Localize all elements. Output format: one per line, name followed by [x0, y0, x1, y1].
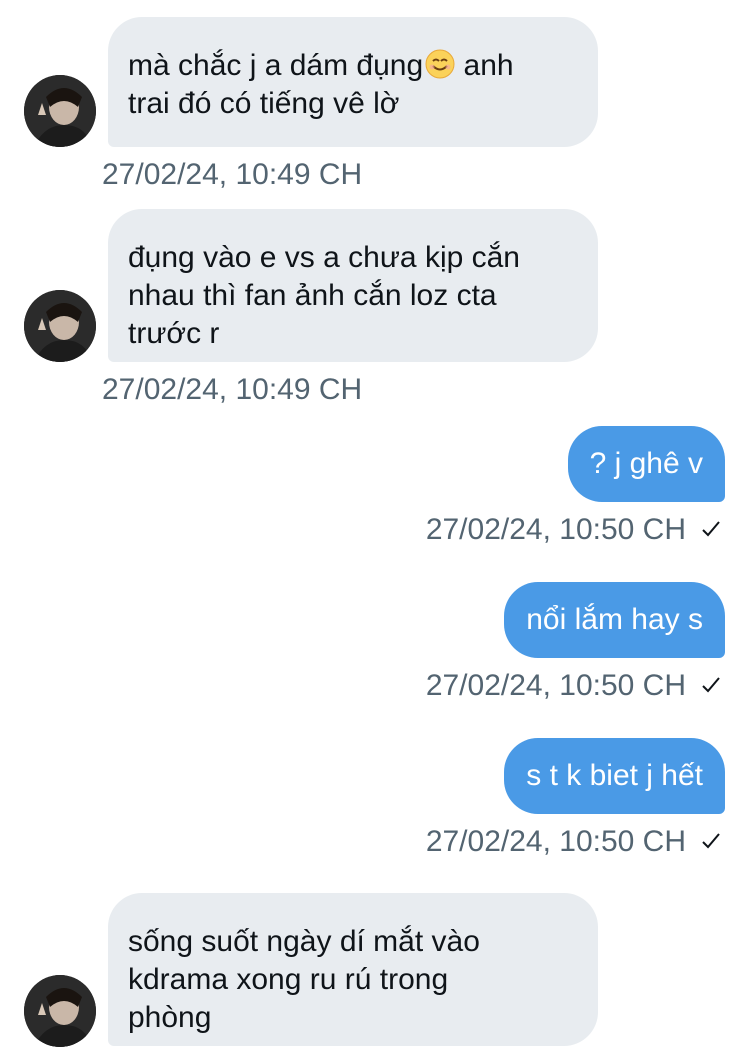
message-timestamp: 27/02/24, 10:49 CH — [102, 158, 363, 191]
timestamp-text: 27/02/24, 10:50 CH — [425, 513, 686, 546]
check-icon — [700, 669, 722, 693]
message-bubble-incoming[interactable]: mà chắc j a dám đụng anh trai đó có tiến… — [108, 17, 598, 147]
message-text: mà chắc j a dám đụng — [128, 49, 424, 82]
message-timestamp: 27/02/24, 10:50 CH — [426, 824, 722, 860]
avatar[interactable] — [24, 290, 96, 362]
timestamp-text: 27/02/24, 10:50 CH — [425, 669, 686, 702]
message-text: ? j ghê v — [589, 447, 703, 480]
message-text: đụng vào e vs a chưa kịp cắn nhau thì fa… — [128, 241, 520, 350]
check-icon — [700, 825, 722, 849]
message-bubble-incoming[interactable]: sống suốt ngày dí mắt vào kdrama xong ru… — [108, 893, 598, 1046]
timestamp-text: 27/02/24, 10:50 CH — [425, 825, 686, 858]
message-timestamp: 27/02/24, 10:50 CH — [426, 512, 722, 548]
smiling-face-emoji — [425, 49, 455, 79]
message-text: s t k biet j hết — [526, 759, 703, 792]
check-icon — [700, 513, 722, 537]
message-bubble-outgoing[interactable]: s t k biet j hết — [504, 738, 725, 814]
message-bubble-outgoing[interactable]: ? j ghê v — [567, 426, 725, 502]
avatar[interactable] — [24, 75, 96, 147]
message-timestamp: 27/02/24, 10:49 CH — [102, 373, 363, 406]
message-text: sống suốt ngày dí mắt vào kdrama xong ru… — [128, 925, 480, 1034]
message-text: nổi lắm hay s — [526, 603, 703, 636]
message-timestamp: 27/02/24, 10:50 CH — [426, 668, 722, 704]
avatar[interactable] — [24, 975, 96, 1047]
message-bubble-incoming[interactable]: đụng vào e vs a chưa kịp cắn nhau thì fa… — [108, 209, 598, 362]
message-bubble-outgoing[interactable]: nổi lắm hay s — [504, 582, 725, 658]
